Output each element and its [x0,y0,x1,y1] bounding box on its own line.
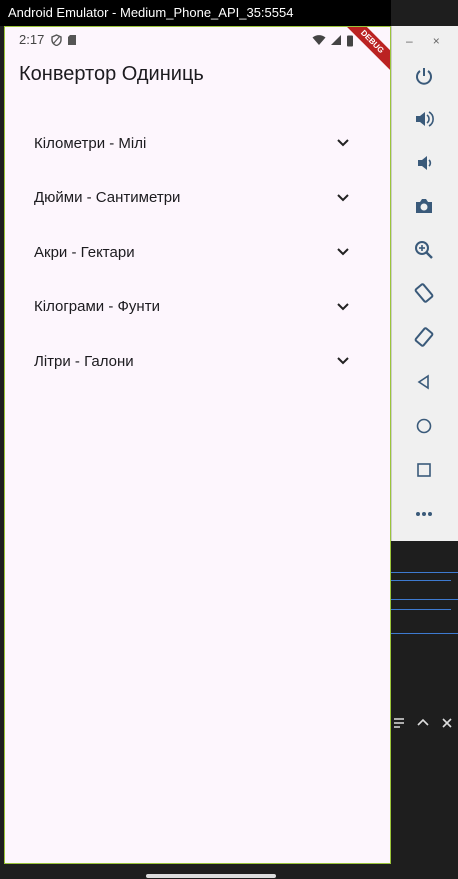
code-line [391,609,451,610]
zoom-icon[interactable] [410,236,438,264]
code-line [391,580,451,581]
power-icon[interactable] [410,62,438,90]
emulator-control-panel: – × [391,26,458,541]
overview-icon[interactable] [410,456,438,484]
volume-down-icon[interactable] [410,149,438,177]
sd-card-icon [68,35,76,45]
emulator-window-title: Android Emulator - Medium_Phone_API_35:5… [8,5,294,20]
signal-icon [331,35,341,45]
code-line [391,572,458,573]
chevron-down-icon [336,136,350,150]
home-icon[interactable] [410,412,438,440]
minimize-button[interactable]: – [406,34,413,48]
wifi-icon [312,35,326,45]
battery-icon [347,35,353,46]
camera-icon[interactable] [410,192,438,220]
rotate-left-icon[interactable] [410,279,438,307]
back-icon[interactable] [410,368,438,396]
chevron-down-icon [336,354,350,368]
rotate-right-icon[interactable] [410,323,438,351]
more-icon[interactable] [410,500,438,528]
tile-label: Кілограми - Фунти [34,298,160,316]
expansion-tile-inch-cm[interactable]: Дюйми - Сантиметри [5,171,390,226]
app-bar-title: Конвертор Одиниць [19,63,204,85]
expansion-tile-liter-gallon[interactable]: Літри - Галони [5,334,390,389]
ide-panel-toolbar [391,710,458,736]
list-icon[interactable] [393,717,405,729]
phone-screen: 2:17 DEBUG Конвертор Одиниць Кілометри -… [4,26,391,864]
chevron-down-icon [336,191,350,205]
status-bar: 2:17 DEBUG [5,27,390,76]
emulator-title-bar: Android Emulator - Medium_Phone_API_35:5… [0,0,391,26]
tile-label: Акри - Гектари [34,243,135,261]
chevron-up-icon[interactable] [417,717,429,729]
expansion-tile-acre-hectare[interactable]: Акри - Гектари [5,225,390,280]
expansion-tile-km-miles[interactable]: Кілометри - Мілі [5,116,390,171]
tile-label: Дюйми - Сантиметри [34,189,181,207]
gesture-home-bar[interactable] [146,874,276,878]
close-button[interactable]: × [433,34,440,48]
chevron-down-icon [336,245,350,259]
shield-icon [51,34,62,46]
expansion-tile-kg-lb[interactable]: Кілограми - Фунти [5,280,390,335]
chevron-down-icon [336,300,350,314]
volume-up-icon[interactable] [410,105,438,133]
tile-label: Кілометри - Мілі [34,134,147,152]
code-line [391,633,458,634]
status-time: 2:17 [19,32,45,47]
close-icon[interactable] [441,717,453,729]
converter-list: Кілометри - Мілі Дюйми - Сантиметри Акри… [5,116,390,389]
tile-label: Літри - Галони [34,352,134,370]
code-line [391,599,458,600]
